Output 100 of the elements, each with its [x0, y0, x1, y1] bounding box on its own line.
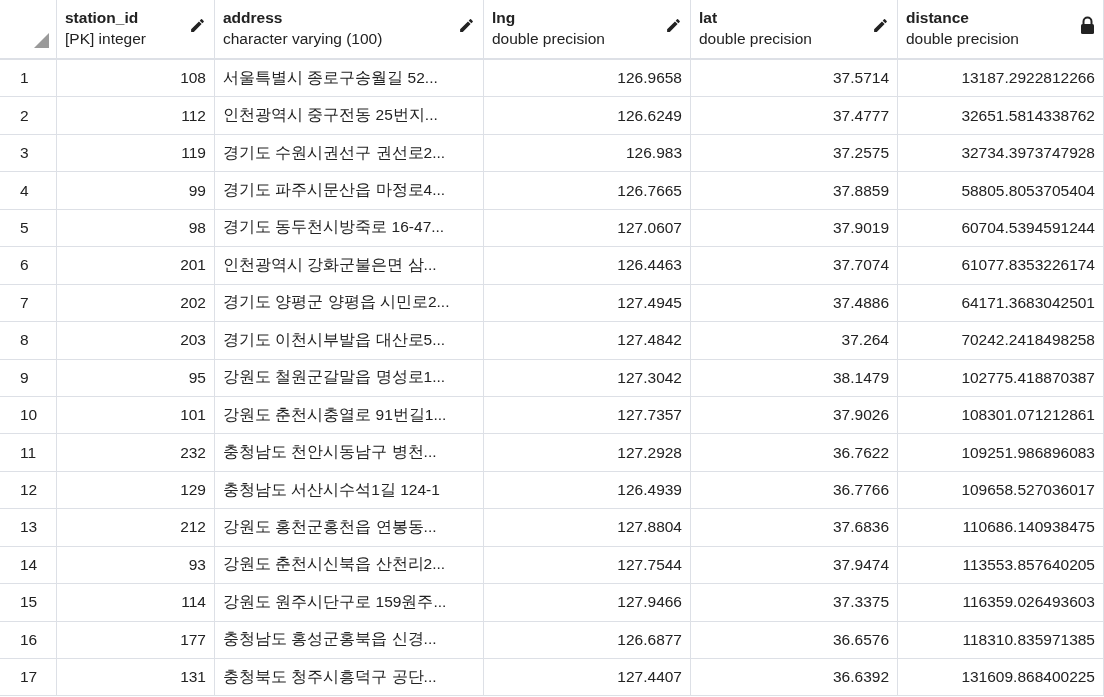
table-cell: 127.4407: [484, 659, 691, 697]
row-number[interactable]: 4: [0, 172, 57, 210]
table-cell: 충청남도 천안시동남구 병천...: [215, 434, 484, 472]
column-header[interactable]: station_id [PK] integer: [57, 0, 215, 60]
table-cell: 36.6576: [691, 621, 898, 659]
column-type: double precision: [906, 29, 1020, 49]
table-cell: 경기도 동두천시방죽로 16-47...: [215, 209, 484, 248]
row-number[interactable]: 2: [0, 97, 57, 135]
row-number[interactable]: 13: [0, 509, 57, 547]
table-cell: 126.4463: [484, 247, 691, 285]
column-name: lng: [492, 8, 517, 28]
table-cell: 38.1479: [691, 359, 898, 397]
table-cell: 127.0607: [484, 209, 691, 248]
table-cell: 109251.986896083: [898, 434, 1104, 472]
table-cell: 37.9474: [691, 546, 898, 585]
table-cell: 36.7766: [691, 471, 898, 510]
table-cell: 127.7544: [484, 546, 691, 585]
table-cell: 127.7357: [484, 396, 691, 435]
row-number[interactable]: 9: [0, 359, 57, 397]
row-number[interactable]: 3: [0, 134, 57, 173]
column-header[interactable]: distance double precision: [898, 0, 1104, 60]
table-cell: 129: [57, 471, 215, 510]
row-number[interactable]: 15: [0, 584, 57, 622]
table-cell: 101: [57, 396, 215, 435]
table-cell: 37.9019: [691, 209, 898, 248]
column-name: address: [223, 8, 284, 28]
table-cell: 126.983: [484, 134, 691, 173]
row-number[interactable]: 1: [0, 60, 57, 98]
table-cell: 93: [57, 546, 215, 585]
table-cell: 114: [57, 584, 215, 622]
row-number[interactable]: 11: [0, 434, 57, 472]
row-number[interactable]: 14: [0, 546, 57, 585]
table-cell: 127.9466: [484, 584, 691, 622]
table-cell: 37.8859: [691, 172, 898, 210]
column-name: station_id: [65, 8, 140, 28]
table-cell: 126.4939: [484, 471, 691, 510]
table-cell: 충청남도 서산시수석1길 124-1: [215, 471, 484, 510]
table-cell: 126.9658: [484, 60, 691, 98]
row-number[interactable]: 5: [0, 209, 57, 248]
table-cell: 127.3042: [484, 359, 691, 397]
table-cell: 13187.2922812266: [898, 60, 1104, 98]
column-type: double precision: [699, 29, 813, 49]
column-header[interactable]: address character varying (100): [215, 0, 484, 60]
column-header[interactable]: lng double precision: [484, 0, 691, 60]
table-cell: 127.8804: [484, 509, 691, 547]
row-number[interactable]: 6: [0, 247, 57, 285]
row-number[interactable]: 7: [0, 284, 57, 323]
table-cell: 131: [57, 659, 215, 697]
table-cell: 70242.2418498258: [898, 322, 1104, 360]
table-cell: 37.4886: [691, 284, 898, 323]
row-number[interactable]: 12: [0, 471, 57, 510]
table-cell: 99: [57, 172, 215, 210]
table-cell: 61077.8353226174: [898, 247, 1104, 285]
table-cell: 37.264: [691, 322, 898, 360]
table-cell: 232: [57, 434, 215, 472]
row-number[interactable]: 17: [0, 659, 57, 697]
table-cell: 강원도 원주시단구로 159원주...: [215, 584, 484, 622]
table-cell: 112: [57, 97, 215, 135]
table-cell: 강원도 철원군갈말읍 명성로1...: [215, 359, 484, 397]
table-cell: 113553.857640205: [898, 546, 1104, 585]
row-number[interactable]: 8: [0, 322, 57, 360]
select-all-corner[interactable]: [0, 0, 57, 60]
table-cell: 118310.835971385: [898, 621, 1104, 659]
table-cell: 37.7074: [691, 247, 898, 285]
table-cell: 강원도 춘천시신북읍 산천리2...: [215, 546, 484, 585]
column-name: lat: [699, 8, 719, 28]
table-cell: 131609.868400225: [898, 659, 1104, 697]
table-cell: 127.4842: [484, 322, 691, 360]
table-cell: 60704.5394591244: [898, 209, 1104, 248]
table-cell: 37.4777: [691, 97, 898, 135]
table-cell: 37.3375: [691, 584, 898, 622]
table-cell: 경기도 양평군 양평읍 시민로2...: [215, 284, 484, 323]
table-cell: 경기도 파주시문산읍 마정로4...: [215, 172, 484, 210]
table-cell: 177: [57, 621, 215, 659]
table-cell: 충청남도 홍성군홍북읍 신경...: [215, 621, 484, 659]
table-cell: 202: [57, 284, 215, 323]
table-cell: 126.6249: [484, 97, 691, 135]
table-cell: 36.7622: [691, 434, 898, 472]
table-cell: 37.6836: [691, 509, 898, 547]
table-cell: 강원도 춘천시충열로 91번길1...: [215, 396, 484, 435]
column-name: distance: [906, 8, 970, 28]
table-cell: 37.9026: [691, 396, 898, 435]
table-cell: 32734.3973747928: [898, 134, 1104, 173]
table-cell: 127.2928: [484, 434, 691, 472]
column-type: [PK] integer: [65, 29, 147, 49]
table-cell: 37.5714: [691, 60, 898, 98]
table-cell: 119: [57, 134, 215, 173]
column-header[interactable]: lat double precision: [691, 0, 898, 60]
table-cell: 108: [57, 60, 215, 98]
corner-triangle-icon: [34, 33, 49, 48]
table-cell: 서울특별시 종로구송월길 52...: [215, 60, 484, 98]
table-cell: 64171.3683042501: [898, 284, 1104, 323]
table-cell: 203: [57, 322, 215, 360]
table-cell: 110686.140938475: [898, 509, 1104, 547]
table-cell: 37.2575: [691, 134, 898, 173]
table-cell: 인천광역시 강화군불은면 삼...: [215, 247, 484, 285]
table-cell: 인천광역시 중구전동 25번지...: [215, 97, 484, 135]
row-number[interactable]: 16: [0, 621, 57, 659]
row-number[interactable]: 10: [0, 396, 57, 435]
table-cell: 201: [57, 247, 215, 285]
